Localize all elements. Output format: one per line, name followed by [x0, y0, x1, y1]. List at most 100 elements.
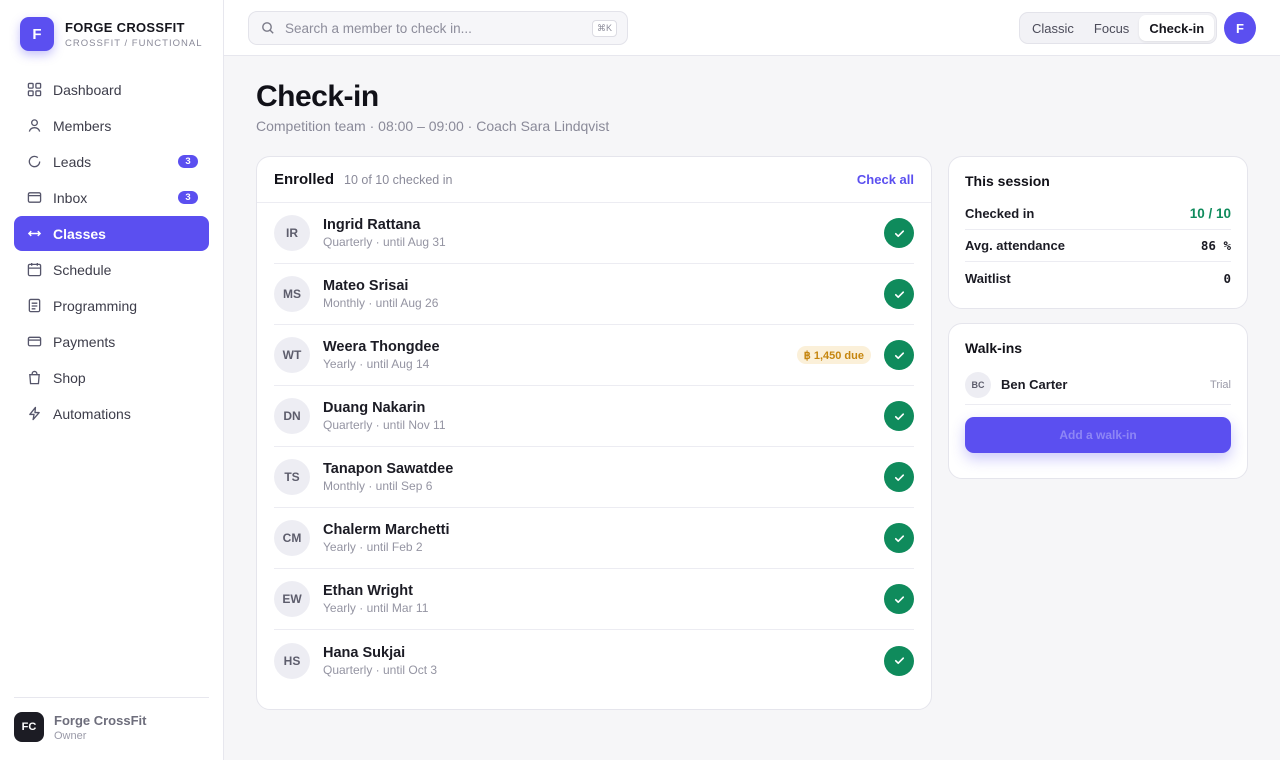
member-name: Duang Nakarin [323, 400, 426, 416]
list-item[interactable]: MS Mateo Srisai Monthly · until Aug 26 [274, 264, 914, 325]
search-input[interactable]: Search a member to check in... ⌘K [248, 11, 628, 45]
search-shortcut: ⌘K [591, 19, 617, 37]
member-plan: Yearly · until Mar 11 [323, 601, 429, 615]
walkin-item[interactable]: BC Ben Carter Trial [965, 365, 1231, 405]
sidebar-item-classes[interactable]: Classes [14, 216, 209, 251]
avatar: HS [274, 642, 310, 679]
sidebar-item-leads[interactable]: Leads 3 [14, 144, 209, 179]
payment-due-badge[interactable]: ฿ 1,450 due [796, 346, 871, 364]
stat-value: 0 [1223, 270, 1231, 286]
checked-in-toggle[interactable] [884, 462, 914, 492]
member-name: Ingrid Rattana [323, 217, 421, 233]
search-placeholder: Search a member to check in... [285, 20, 472, 36]
avatar: WT [274, 337, 310, 373]
list-item[interactable]: TS Tanapon Sawatdee Monthly · until Sep … [274, 447, 914, 508]
avatar: DN [274, 398, 310, 434]
brand-name: FORGE CROSSFIT [65, 19, 185, 35]
sidebar-item-automations[interactable]: Automations [14, 396, 209, 431]
sidebar-item-label: Schedule [53, 261, 112, 278]
check-icon [894, 229, 904, 237]
sidebar-item-shop[interactable]: Shop [14, 360, 209, 395]
stat-label: Avg. attendance [965, 238, 1065, 253]
add-walkin-button[interactable]: Add a walk-in [965, 417, 1231, 453]
sidebar-item-label: Classes [53, 225, 106, 242]
avatar: MS [274, 276, 310, 312]
inbox-icon [26, 190, 42, 206]
mode-classic-button[interactable]: Classic [1022, 15, 1084, 41]
sidebar-item-dashboard[interactable]: Dashboard [14, 72, 209, 107]
member-name: Chalerm Marchetti [323, 522, 450, 538]
checked-in-toggle[interactable] [884, 279, 914, 309]
stat-row: Checked in 10 / 10 [965, 198, 1231, 230]
check-icon [894, 412, 904, 420]
checked-in-toggle[interactable] [884, 645, 914, 676]
member-name: Mateo Srisai [323, 278, 409, 294]
session-card: This session Checked in 10 / 10 Avg. att… [948, 156, 1248, 309]
avatar: BC [965, 371, 991, 398]
member-plan: Monthly · until Sep 6 [323, 479, 433, 493]
member-plan: Monthly · until Aug 26 [323, 296, 439, 310]
member-name: Tanapon Sawatdee [323, 461, 454, 477]
calendar-icon [26, 262, 42, 278]
mode-checkin-button[interactable]: Check-in [1139, 15, 1215, 41]
member-name: Hana Sukjai [323, 644, 406, 661]
list-item[interactable]: DN Duang Nakarin Quarterly · until Nov 1… [274, 386, 914, 447]
check-all-button[interactable]: Check all [857, 172, 914, 187]
page-title: Check-in [256, 80, 379, 113]
stat-label: Checked in [965, 206, 1035, 221]
stat-label: Waitlist [965, 270, 1011, 286]
walkin-tag: Trial [1210, 378, 1231, 391]
sidebar-item-payments[interactable]: Payments [14, 324, 209, 359]
view-mode-switch: Classic Focus Check-in [1019, 12, 1218, 44]
check-icon [894, 290, 904, 298]
list-item[interactable]: CM Chalerm Marchetti Yearly · until Feb … [274, 508, 914, 569]
brand-subtitle: CROSSFIT / FUNCTIONAL [65, 37, 203, 49]
checked-in-toggle[interactable] [884, 340, 914, 370]
walkins-title: Walk-ins [965, 340, 1023, 356]
sidebar-item-label: Shop [53, 369, 86, 386]
checked-in-toggle[interactable] [884, 218, 914, 248]
sidebar-item-label: Inbox [53, 189, 88, 206]
owner-role: Owner [54, 729, 87, 742]
list-item[interactable]: IR Ingrid Rattana Quarterly · until Aug … [274, 203, 914, 264]
member-name: Weera Thongdee [323, 339, 440, 355]
brand[interactable]: F FORGE CROSSFIT CROSSFIT / FUNCTIONAL [20, 17, 202, 51]
user-avatar[interactable]: F [1224, 12, 1256, 44]
list-item[interactable]: HS Hana Sukjai Quarterly · until Oct 3 [274, 630, 914, 691]
topbar: Search a member to check in... ⌘K Classi… [224, 0, 1280, 56]
sidebar-item-members[interactable]: Members [14, 108, 209, 143]
sidebar-item-inbox[interactable]: Inbox 3 [14, 180, 209, 215]
checked-in-toggle[interactable] [884, 523, 914, 553]
sidebar-item-programming[interactable]: Programming [14, 288, 209, 323]
owner-avatar: FC [14, 712, 44, 742]
walkins-card: Walk-ins BC Ben Carter Trial Add a walk-… [948, 323, 1248, 479]
sidebar-item-label: Automations [53, 405, 131, 422]
sidebar: F FORGE CROSSFIT CROSSFIT / FUNCTIONAL D… [0, 0, 224, 760]
check-icon [894, 657, 904, 665]
checked-in-toggle[interactable] [884, 401, 914, 431]
owner-profile[interactable]: FC Forge CrossFit Owner [14, 712, 146, 742]
list-item[interactable]: EW Ethan Wright Yearly · until Mar 11 [274, 569, 914, 630]
member-plan: Quarterly · until Nov 11 [323, 418, 446, 432]
walkin-name: Ben Carter [1001, 377, 1068, 392]
enrolled-title: Enrolled [274, 171, 335, 188]
sidebar-item-label: Leads [53, 153, 92, 170]
sidebar-item-label: Members [53, 117, 112, 134]
avatar: IR [274, 215, 310, 251]
owner-name: Forge CrossFit [54, 712, 147, 728]
user-icon [26, 118, 42, 134]
sidebar-item-schedule[interactable]: Schedule [14, 252, 209, 287]
card-icon [26, 334, 42, 350]
avatar: EW [274, 581, 310, 617]
page-subtitle: Competition team · 08:00 – 09:00 · Coach… [256, 118, 610, 134]
enrolled-list: IR Ingrid Rattana Quarterly · until Aug … [257, 203, 931, 691]
mode-focus-button[interactable]: Focus [1084, 15, 1139, 41]
checked-in-toggle[interactable] [884, 584, 914, 614]
arrows-icon [26, 226, 42, 242]
refresh-icon [26, 154, 42, 170]
session-stats: Checked in 10 / 10 Avg. attendance 86 % … [965, 198, 1231, 294]
member-plan: Quarterly · until Oct 3 [323, 662, 438, 677]
search-icon [261, 21, 275, 35]
list-item[interactable]: WT Weera Thongdee Yearly · until Aug 14 … [274, 325, 914, 386]
brand-logo: F [20, 17, 54, 51]
